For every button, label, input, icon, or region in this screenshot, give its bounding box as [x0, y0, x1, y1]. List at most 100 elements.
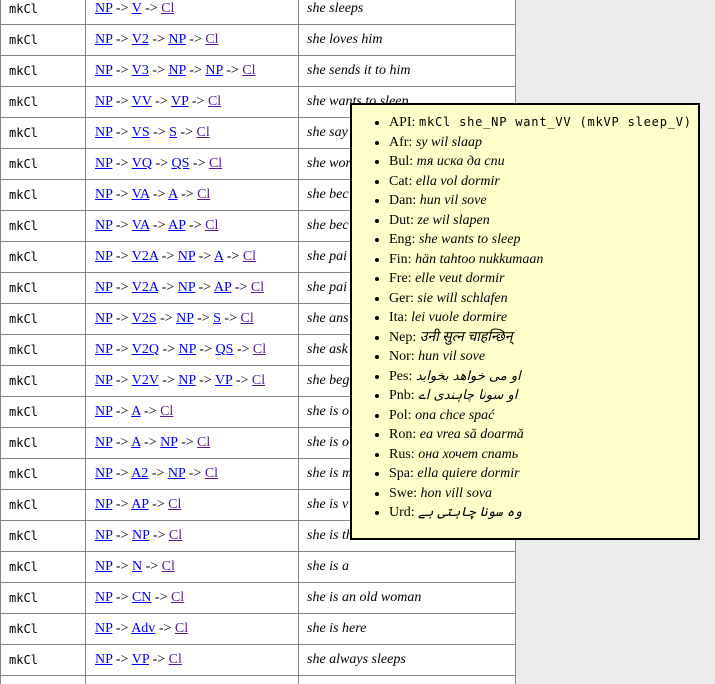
category-link-NP[interactable]: NP: [95, 497, 112, 512]
category-link-A[interactable]: A: [131, 404, 140, 419]
category-link-NP[interactable]: NP: [95, 280, 112, 295]
category-link-A2[interactable]: A2: [131, 466, 148, 481]
category-link-VP[interactable]: VP: [171, 94, 188, 109]
category-link-Cl[interactable]: Cl: [171, 590, 184, 605]
category-link-NP[interactable]: NP: [176, 311, 193, 326]
category-link-Cl[interactable]: Cl: [243, 249, 256, 264]
category-link-NP[interactable]: NP: [95, 342, 112, 357]
category-link-VA[interactable]: VA: [132, 187, 150, 202]
example-cell[interactable]: she is here: [299, 614, 516, 645]
category-link-V2V[interactable]: V2V: [132, 373, 159, 388]
category-link-NP[interactable]: NP: [132, 528, 149, 543]
rule-cell: N -> Cl: [86, 676, 299, 684]
category-link-N[interactable]: N: [132, 559, 142, 574]
category-link-Cl[interactable]: Cl: [169, 652, 182, 667]
category-link-VQ[interactable]: VQ: [132, 156, 152, 171]
category-link-VP[interactable]: VP: [132, 652, 149, 667]
category-link-NP[interactable]: NP: [205, 63, 222, 78]
category-link-VA[interactable]: VA: [132, 218, 150, 233]
category-link-Adv[interactable]: Adv: [131, 621, 155, 636]
example-cell[interactable]: she is a: [299, 552, 516, 583]
category-link-V[interactable]: V: [132, 1, 142, 16]
category-link-NP[interactable]: NP: [179, 342, 196, 357]
category-link-A[interactable]: A: [214, 249, 223, 264]
category-link-NP[interactable]: NP: [95, 125, 112, 140]
category-link-V2A[interactable]: V2A: [132, 249, 158, 264]
category-link-NP[interactable]: NP: [95, 94, 112, 109]
category-link-NP[interactable]: NP: [160, 435, 177, 450]
category-link-NP[interactable]: NP: [95, 187, 112, 202]
category-link-Cl[interactable]: Cl: [197, 187, 210, 202]
category-link-S[interactable]: S: [169, 125, 177, 140]
category-link-NP[interactable]: NP: [95, 466, 112, 481]
category-link-CN[interactable]: CN: [132, 590, 151, 605]
category-link-VP[interactable]: VP: [215, 373, 232, 388]
category-link-Cl[interactable]: Cl: [242, 63, 255, 78]
category-link-NP[interactable]: NP: [95, 218, 112, 233]
example-cell[interactable]: she sends it to him: [299, 56, 516, 87]
category-link-NP[interactable]: NP: [95, 404, 112, 419]
category-link-NP[interactable]: NP: [95, 311, 112, 326]
category-link-V2[interactable]: V2: [132, 32, 149, 47]
category-link-NP[interactable]: NP: [95, 435, 112, 450]
category-link-QS[interactable]: QS: [172, 156, 190, 171]
category-link-Cl[interactable]: Cl: [205, 466, 218, 481]
translation-item: Fre: elle veut dormir: [389, 269, 692, 289]
category-link-NP[interactable]: NP: [168, 32, 185, 47]
translation-value: sy wil slaap: [416, 135, 482, 150]
category-link-NP[interactable]: NP: [178, 280, 195, 295]
category-link-Cl[interactable]: Cl: [162, 559, 175, 574]
category-link-NP[interactable]: NP: [95, 621, 112, 636]
category-link-Cl[interactable]: Cl: [252, 373, 265, 388]
category-link-NP[interactable]: NP: [95, 63, 112, 78]
category-link-NP[interactable]: NP: [95, 590, 112, 605]
category-link-NP[interactable]: NP: [168, 63, 185, 78]
category-link-QS[interactable]: QS: [215, 342, 233, 357]
category-link-NP[interactable]: NP: [178, 249, 195, 264]
category-link-Cl[interactable]: Cl: [205, 218, 218, 233]
category-link-Cl[interactable]: Cl: [175, 621, 188, 636]
category-link-A[interactable]: A: [131, 435, 140, 450]
example-cell[interactable]: she loves him: [299, 25, 516, 56]
category-link-NP[interactable]: NP: [168, 466, 185, 481]
category-link-NP[interactable]: NP: [178, 373, 195, 388]
category-link-Cl[interactable]: Cl: [209, 156, 222, 171]
category-link-Cl[interactable]: Cl: [161, 1, 174, 16]
category-link-AP[interactable]: AP: [168, 218, 185, 233]
category-link-VS[interactable]: VS: [132, 125, 150, 140]
category-link-Cl[interactable]: Cl: [208, 94, 221, 109]
example-cell[interactable]: she sleeps: [299, 0, 516, 25]
category-link-V2Q[interactable]: V2Q: [132, 342, 159, 357]
example-cell[interactable]: she is an old woman: [299, 583, 516, 614]
category-link-NP[interactable]: NP: [95, 559, 112, 574]
category-link-VV[interactable]: VV: [132, 94, 152, 109]
category-link-V2A[interactable]: V2A: [132, 280, 158, 295]
category-link-Cl[interactable]: Cl: [160, 404, 173, 419]
category-link-NP[interactable]: NP: [95, 32, 112, 47]
category-link-NP[interactable]: NP: [95, 1, 112, 16]
category-link-V2S[interactable]: V2S: [132, 311, 157, 326]
function-name-cell: mkCl: [1, 366, 86, 397]
example-cell[interactable]: there is a house: [299, 676, 516, 684]
category-link-Cl[interactable]: Cl: [240, 311, 253, 326]
category-link-Cl[interactable]: Cl: [197, 125, 210, 140]
category-link-A[interactable]: A: [168, 187, 177, 202]
function-name-cell: mkCl: [1, 149, 86, 180]
category-link-Cl[interactable]: Cl: [205, 32, 218, 47]
category-link-Cl[interactable]: Cl: [168, 497, 181, 512]
category-link-Cl[interactable]: Cl: [169, 528, 182, 543]
category-link-S[interactable]: S: [213, 311, 221, 326]
category-link-NP[interactable]: NP: [95, 156, 112, 171]
category-link-Cl[interactable]: Cl: [253, 342, 266, 357]
category-link-Cl[interactable]: Cl: [251, 280, 264, 295]
rule-cell: NP -> VQ -> QS -> Cl: [86, 149, 299, 180]
category-link-AP[interactable]: AP: [214, 280, 231, 295]
category-link-V3[interactable]: V3: [132, 63, 149, 78]
example-cell[interactable]: she always sleeps: [299, 645, 516, 676]
category-link-NP[interactable]: NP: [95, 652, 112, 667]
category-link-NP[interactable]: NP: [95, 528, 112, 543]
category-link-NP[interactable]: NP: [95, 249, 112, 264]
category-link-NP[interactable]: NP: [95, 373, 112, 388]
category-link-Cl[interactable]: Cl: [197, 435, 210, 450]
category-link-AP[interactable]: AP: [131, 497, 148, 512]
